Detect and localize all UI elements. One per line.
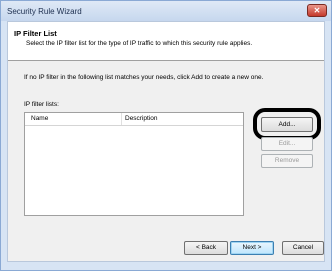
wizard-content: IP Filter List Select the IP filter list… [7,21,325,262]
column-header-name[interactable]: Name [31,115,48,122]
remove-button[interactable]: Remove [261,154,313,168]
column-header-description[interactable]: Description [125,115,158,122]
ip-filter-list[interactable]: Name Description [24,112,244,216]
window-title: Security Rule Wizard [7,7,82,16]
close-icon: ✕ [313,6,321,15]
page-title: IP Filter List [14,29,57,38]
filter-list-label: IP filter lists: [24,101,59,108]
page-subtitle: Select the IP filter list for the type o… [26,40,253,47]
column-divider[interactable] [121,113,122,125]
wizard-window: Security Rule Wizard ✕ IP Filter List Se… [0,0,332,271]
wizard-header: IP Filter List Select the IP filter list… [8,22,324,61]
cancel-button[interactable]: Cancel [282,241,324,255]
add-button[interactable]: Add... [261,117,313,132]
title-bar[interactable]: Security Rule Wizard ✕ [1,1,331,21]
list-header: Name Description [25,113,243,126]
back-button[interactable]: < Back [184,241,228,255]
next-button[interactable]: Next > [230,241,274,255]
instruction-text: If no IP filter in the following list ma… [24,74,264,81]
edit-button[interactable]: Edit... [261,137,313,151]
close-button[interactable]: ✕ [307,4,327,17]
